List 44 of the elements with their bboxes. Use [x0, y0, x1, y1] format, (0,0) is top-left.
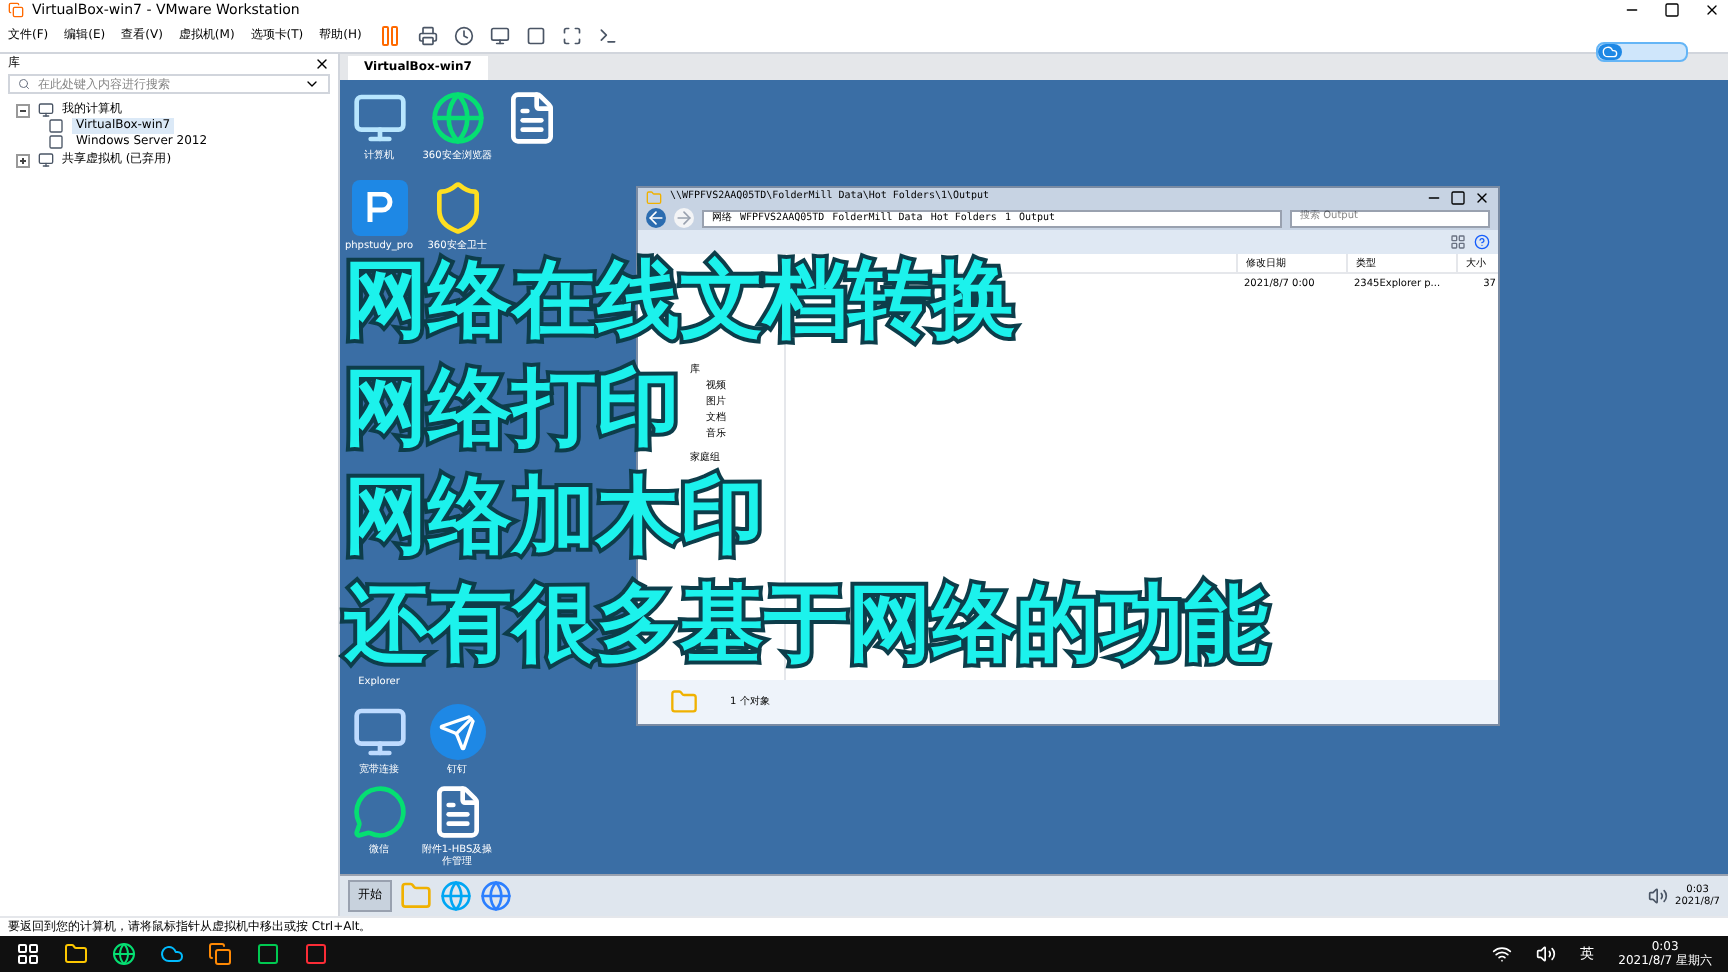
pause-icon[interactable]	[377, 24, 402, 48]
cloud-icon[interactable]	[160, 942, 184, 966]
folder-icon	[670, 688, 698, 716]
computer-icon	[38, 152, 54, 168]
app-logo-icon[interactable]	[208, 942, 232, 966]
dropdown-icon[interactable]	[304, 76, 320, 92]
folder-icon[interactable]	[64, 942, 88, 966]
cloud-icon	[1598, 44, 1622, 60]
chat-bubble-icon	[351, 784, 407, 840]
help-icon[interactable]	[1474, 234, 1490, 250]
view-icon[interactable]	[1450, 234, 1466, 250]
paper-plane-icon	[429, 704, 485, 760]
terminal-icon[interactable]	[597, 26, 618, 46]
caption-text: 网络打印	[344, 364, 680, 452]
globe-icon[interactable]	[112, 942, 136, 966]
app-square-icon[interactable]	[304, 942, 328, 966]
app-icon[interactable]	[256, 942, 280, 966]
windows-start-icon[interactable]	[16, 942, 40, 966]
monitor-icon[interactable]	[489, 26, 510, 46]
search-icon	[18, 78, 30, 90]
expand-icon[interactable]	[16, 153, 30, 167]
fullscreen-icon[interactable]	[561, 26, 582, 46]
collapse-icon[interactable]	[16, 103, 30, 117]
maximize-icon[interactable]	[1664, 2, 1680, 18]
maximize-icon[interactable]	[1450, 189, 1466, 205]
app-logo-icon	[8, 2, 24, 18]
p-logo-icon	[351, 180, 407, 236]
layout-icon[interactable]	[525, 26, 546, 46]
back-icon[interactable]	[646, 208, 666, 228]
printer-icon[interactable]	[417, 26, 438, 46]
volume-icon[interactable]	[1647, 886, 1668, 906]
upload-badge[interactable]	[1596, 42, 1688, 62]
computer-icon	[38, 102, 54, 118]
network-icon[interactable]	[1492, 944, 1513, 964]
volume-icon[interactable]	[1536, 944, 1557, 964]
network-computer-icon	[351, 704, 407, 760]
close-icon[interactable]	[1704, 2, 1720, 18]
globe-icon	[429, 90, 485, 146]
clock-icon[interactable]	[453, 26, 474, 46]
computer-icon	[351, 90, 407, 146]
browser-icon[interactable]	[480, 880, 512, 912]
close-icon[interactable]	[314, 56, 330, 72]
folder-icon	[646, 189, 662, 205]
close-icon[interactable]	[1474, 189, 1490, 205]
